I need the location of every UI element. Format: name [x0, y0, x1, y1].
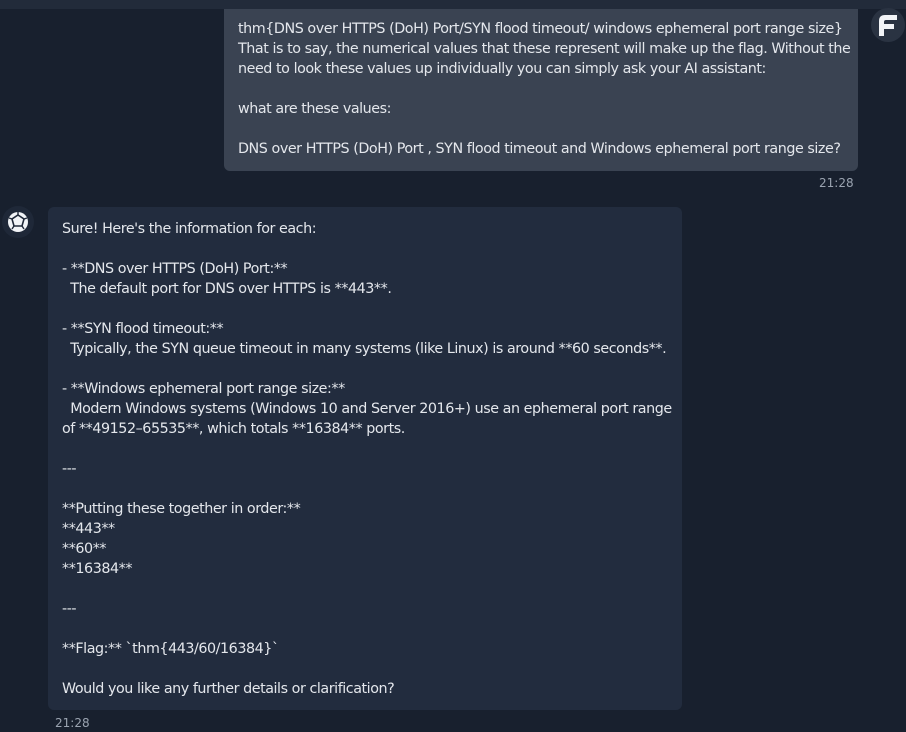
assistant-message-line: Would you like any further details or cl… — [62, 681, 395, 697]
assistant-message-line: --- — [62, 601, 77, 617]
assistant-message-line: --- — [62, 461, 77, 477]
assistant-message-line: - **DNS over HTTPS (DoH) Port:** — [62, 261, 288, 277]
assistant-message-line — [62, 299, 668, 319]
assistant-message-line — [62, 479, 668, 499]
assistant-message-line: Typically, the SYN queue timeout in many… — [62, 341, 667, 357]
user-message-bubble: thm{DNS over HTTPS (DoH) Port/SYN flood … — [224, 9, 858, 171]
assistant-message-line — [62, 619, 668, 639]
assistant-message-line — [62, 579, 668, 599]
user-message-line: DNS over HTTPS (DoH) Port , SYN flood ti… — [238, 141, 841, 157]
assistant-message-line: The default port for DNS over HTTPS is *… — [62, 281, 392, 297]
user-message-line: thm{DNS over HTTPS (DoH) Port/SYN flood … — [238, 21, 843, 37]
assistant-message-timestamp: 21:28 — [55, 716, 90, 730]
assistant-message-line: Modern Windows systems (Windows 10 and S… — [62, 401, 672, 417]
assistant-message-line — [62, 659, 668, 679]
robot-dodecahedron-icon — [8, 212, 28, 232]
assistant-message-line: - **SYN flood timeout:** — [62, 321, 224, 337]
assistant-message-line — [62, 359, 668, 379]
user-message-line: what are these values: — [238, 101, 391, 117]
user-avatar — [871, 8, 905, 42]
user-message-timestamp: 21:28 — [819, 176, 854, 190]
assistant-message-line: - **Windows ephemeral port range size:** — [62, 381, 345, 397]
assistant-message-bubble: Sure! Here's the information for each: -… — [48, 207, 682, 710]
assistant-message-line: **60** — [62, 541, 107, 557]
assistant-message-line: **16384** — [62, 561, 133, 577]
assistant-message-line: **Putting these together in order:** — [62, 501, 301, 517]
assistant-message-line — [62, 239, 668, 259]
user-message-line — [238, 79, 844, 99]
top-strip — [0, 0, 906, 9]
assistant-avatar — [2, 206, 34, 238]
assistant-message-line — [62, 439, 668, 459]
assistant-message-line: **Flag:** `thm{443/60/16384}` — [62, 641, 279, 657]
user-message-line — [238, 119, 844, 139]
brand-f-logo-icon — [879, 15, 897, 36]
assistant-message-line: Sure! Here's the information for each: — [62, 221, 317, 237]
assistant-message-line: of **49152–65535**, which totals **16384… — [62, 421, 405, 437]
assistant-message-line: **443** — [62, 521, 115, 537]
user-message-line: need to look these values up individuall… — [238, 61, 766, 77]
user-message-line: That is to say, the numerical values tha… — [238, 41, 851, 57]
